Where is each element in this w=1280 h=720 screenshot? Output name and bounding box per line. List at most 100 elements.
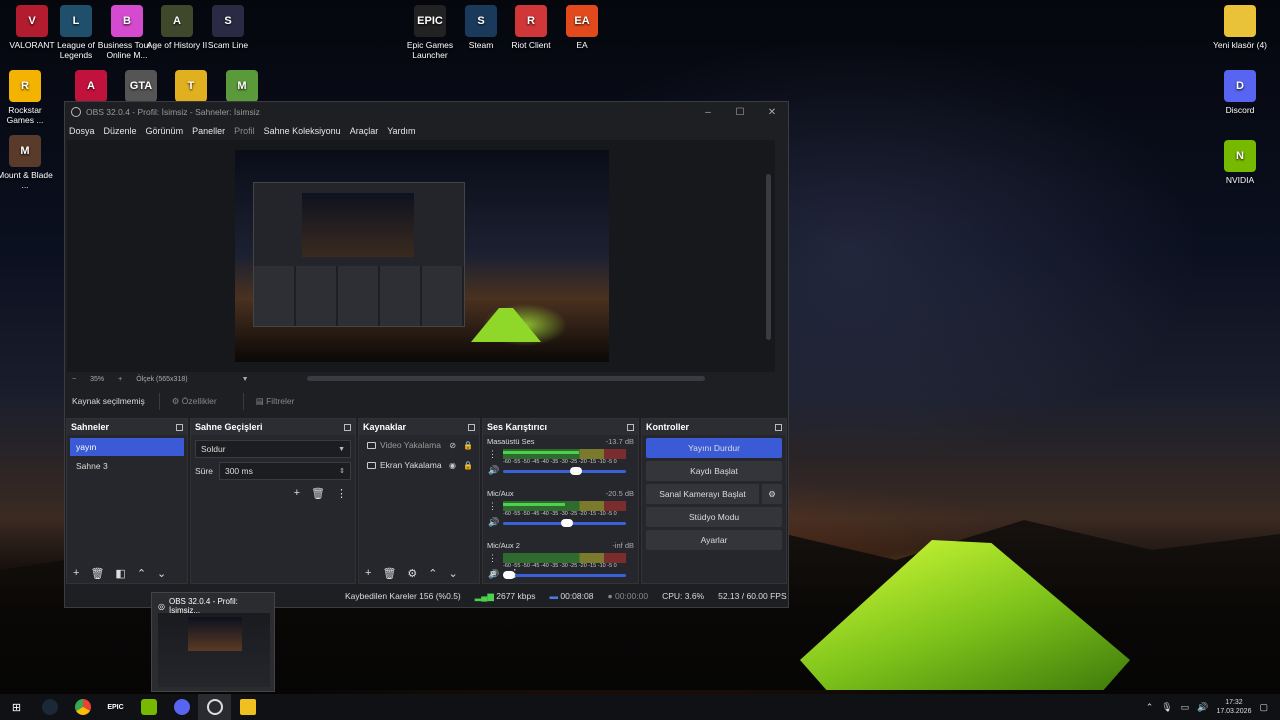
- controls-title: Kontroller: [646, 422, 690, 432]
- desktop-icon[interactable]: S Scam Line: [197, 5, 259, 50]
- scenes-title: Sahneler: [71, 422, 110, 432]
- obs-taskbar-icon[interactable]: [198, 694, 231, 720]
- start-recording-button[interactable]: Kaydı Başlat: [646, 461, 782, 481]
- scale-dropdown-icon[interactable]: ▼: [242, 376, 249, 383]
- source-item[interactable]: Video Yakalama ⊘ 🔒: [359, 435, 479, 455]
- preview-vertical-scrollbar[interactable]: [766, 174, 771, 340]
- obs-titlebar[interactable]: OBS 32.0.4 - Profil: İsimsiz - Sahneler:…: [65, 102, 788, 122]
- discord-icon: D: [1224, 70, 1256, 102]
- zoom-out-button[interactable]: −: [72, 376, 76, 383]
- zoom-in-button[interactable]: +: [118, 376, 122, 383]
- chevron-down-icon[interactable]: ⌄: [157, 567, 166, 580]
- volume-icon[interactable]: 🔊: [488, 465, 499, 476]
- chevron-up-icon[interactable]: ⌃: [1146, 702, 1154, 713]
- menu-scene-collection[interactable]: Sahne Koleksiyonu: [264, 126, 341, 136]
- menu-docks[interactable]: Paneller: [192, 126, 225, 136]
- menu-file[interactable]: Dosya: [69, 126, 95, 136]
- dock-popout-icon[interactable]: [468, 423, 475, 431]
- filters-button[interactable]: ▤ Filtreler: [242, 392, 307, 410]
- eye-hidden-icon[interactable]: ⊘: [449, 441, 456, 450]
- thunderstore-icon[interactable]: [231, 694, 264, 720]
- studio-mode-button[interactable]: Stüdyo Modu: [646, 507, 782, 527]
- network-icon[interactable]: ▭: [1181, 702, 1190, 713]
- channel-db: -20.5 dB: [605, 489, 634, 498]
- chevron-up-icon[interactable]: ⌃: [137, 567, 146, 580]
- add-icon[interactable]: +: [365, 567, 371, 579]
- preview-tent: [471, 308, 541, 342]
- game-icon: M: [226, 70, 258, 102]
- steam-taskbar-icon[interactable]: [33, 694, 66, 720]
- eye-icon[interactable]: ◉: [449, 461, 456, 470]
- dock-popout-icon[interactable]: [344, 423, 351, 431]
- trash-icon[interactable]: 🗑: [90, 567, 104, 580]
- properties-button[interactable]: ⚙ Özellikler: [158, 392, 229, 410]
- menu-view[interactable]: Görünüm: [146, 126, 184, 136]
- chrome-icon[interactable]: [66, 694, 99, 720]
- gear-icon[interactable]: ⚙: [407, 567, 417, 580]
- gear-icon[interactable]: ⚙: [762, 484, 782, 504]
- desktop-icon[interactable]: N NVIDIA: [1209, 140, 1271, 185]
- notification-icon[interactable]: ▢: [1259, 702, 1268, 713]
- desktop-icon[interactable]: D Discord: [1209, 70, 1271, 115]
- more-icon[interactable]: ⋮: [488, 501, 497, 512]
- scene-item[interactable]: Sahne 3: [70, 457, 184, 475]
- dock-popout-icon[interactable]: [176, 423, 183, 431]
- stop-stream-button[interactable]: Yayını Durdur: [646, 438, 782, 458]
- lock-icon[interactable]: 🔒: [463, 441, 473, 450]
- scenes-dock: Sahneler yayın Sahne 3 + 🗑 ◧ ⌃ ⌄: [66, 418, 188, 584]
- menu-profile[interactable]: Profil: [234, 126, 255, 136]
- trash-icon[interactable]: 🗑: [311, 487, 325, 500]
- menu-help[interactable]: Yardım: [387, 126, 415, 136]
- epic-games-icon[interactable]: EPIC: [99, 694, 132, 720]
- add-icon[interactable]: +: [73, 567, 79, 579]
- settings-button[interactable]: Ayarlar: [646, 530, 782, 550]
- sources-title: Kaynaklar: [363, 422, 407, 432]
- mount-blade-icon: M: [9, 135, 41, 167]
- desktop-icon[interactable]: EA EA: [551, 5, 613, 50]
- desktop-icon[interactable]: M: [211, 70, 273, 105]
- chevron-down-icon: ▼: [338, 445, 345, 453]
- clock[interactable]: 17:32 17.03.2026: [1216, 698, 1251, 716]
- microphone-icon[interactable]: 🎙: [1161, 702, 1172, 713]
- transition-select[interactable]: Soldur ▼: [195, 440, 351, 458]
- filter-icon[interactable]: ◧: [115, 567, 125, 580]
- source-item[interactable]: Ekran Yakalama ◉ 🔒: [359, 455, 479, 475]
- link-icon[interactable]: ⚭: [489, 567, 498, 580]
- minimize-icon[interactable]: –: [692, 107, 724, 118]
- trash-icon[interactable]: 🗑: [382, 567, 396, 580]
- windows-start-icon[interactable]: ⊞: [0, 694, 33, 720]
- discord-taskbar-icon[interactable]: [165, 694, 198, 720]
- volume-slider[interactable]: [503, 467, 626, 475]
- business-tour-icon: B: [111, 5, 143, 37]
- close-icon[interactable]: ✕: [756, 107, 788, 118]
- volume-slider[interactable]: [503, 519, 626, 527]
- maximize-icon[interactable]: ☐: [724, 107, 756, 118]
- volume-icon[interactable]: 🔊: [1197, 702, 1208, 713]
- lock-icon[interactable]: 🔒: [463, 461, 473, 470]
- taskbar-thumbnail[interactable]: ◎ OBS 32.0.4 - Profil: İsimsiz...: [151, 592, 275, 692]
- menu-tools[interactable]: Araçlar: [350, 126, 379, 136]
- volume-icon[interactable]: 🔊: [488, 517, 499, 528]
- desktop-icon[interactable]: M Mount & Blade ...: [0, 135, 56, 190]
- dock-popout-icon[interactable]: [627, 423, 634, 431]
- duration-input[interactable]: 300 ms ⇕: [218, 462, 351, 480]
- dock-popout-icon[interactable]: [775, 423, 782, 431]
- chevron-up-icon[interactable]: ⌃: [428, 567, 437, 580]
- virtual-camera-button[interactable]: Sanal Kamerayı Başlat: [646, 484, 759, 504]
- preview-area[interactable]: [67, 140, 775, 381]
- add-icon[interactable]: +: [294, 487, 300, 500]
- nvidia-icon[interactable]: [132, 694, 165, 720]
- duration-label: Süre: [195, 466, 213, 476]
- channel-name: Mic/Aux 2: [487, 541, 520, 550]
- more-icon[interactable]: ⋮: [509, 567, 520, 580]
- scene-item[interactable]: yayın: [70, 438, 184, 456]
- desktop-icon[interactable]: R Rockstar Games ...: [0, 70, 56, 125]
- desktop-icon-label: Yeni klasör (4): [1212, 40, 1268, 50]
- mixer-dock: Ses Karıştırıcı Masaüstü Ses -13.7 dB ⋮ -…: [482, 418, 639, 584]
- more-icon[interactable]: ⋮: [488, 449, 497, 460]
- chevron-down-icon[interactable]: ⌄: [449, 567, 458, 580]
- more-icon[interactable]: ⋮: [336, 487, 347, 500]
- desktop-icon[interactable]: Yeni klasör (4): [1209, 5, 1271, 50]
- transitions-title: Sahne Geçişleri: [195, 422, 263, 432]
- menu-edit[interactable]: Düzenle: [104, 126, 137, 136]
